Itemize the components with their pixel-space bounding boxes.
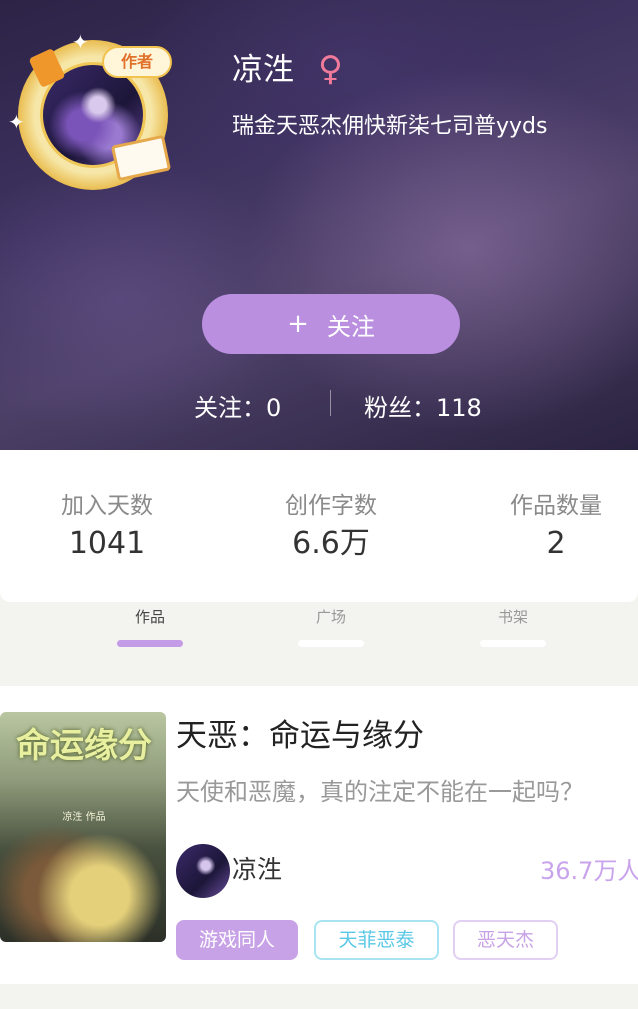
work-description: 天使和恶魔，真的注定不能在一起吗？ bbox=[176, 778, 584, 806]
sparkle-icon: ✦ bbox=[72, 30, 89, 54]
view-count: 36.7万人 bbox=[540, 857, 638, 885]
user-signature: 瑞金天恶杰佣快新柒七司普yyds bbox=[232, 114, 548, 139]
author-badge: 作者 bbox=[102, 46, 172, 78]
following-count[interactable]: 关注：0 bbox=[194, 388, 281, 423]
tab-bar: 作品 广场 书架 bbox=[0, 600, 638, 654]
female-gender-icon: ♀ bbox=[318, 49, 343, 89]
work-title[interactable]: 天恶：命运与缘分 bbox=[176, 714, 424, 758]
work-cover[interactable]: 命运缘分 凉泩 作品 bbox=[0, 712, 166, 942]
cover-title: 命运缘分 bbox=[16, 726, 152, 766]
stat-value: 1041 bbox=[68, 526, 146, 561]
sparkle-icon: ✦ bbox=[8, 110, 25, 134]
tag-pairing[interactable]: 天菲恶泰 bbox=[314, 920, 439, 960]
tab-label: 作品 bbox=[134, 608, 165, 626]
stats-card: 加入天数 1041 创作字数 6.6万 作品数量 2 bbox=[0, 450, 638, 602]
author-avatar[interactable] bbox=[176, 844, 230, 898]
plus-icon: + bbox=[287, 309, 309, 339]
follow-counts: 关注：0 粉丝：118 bbox=[0, 384, 638, 424]
tag-game-fanfic[interactable]: 游戏同人 bbox=[176, 920, 298, 960]
stat-value: 2 bbox=[546, 526, 566, 561]
tab-works[interactable]: 作品 bbox=[90, 606, 210, 647]
stat-label: 作品数量 bbox=[510, 493, 602, 519]
stat-value: 6.6万 bbox=[292, 526, 370, 561]
tab-bookshelf[interactable]: 书架 bbox=[453, 606, 573, 647]
tab-indicator bbox=[117, 640, 183, 647]
cover-subtitle: 凉泩 作品 bbox=[62, 812, 106, 823]
tag-character[interactable]: 恶天杰 bbox=[453, 920, 558, 960]
follow-button-label: 关注 bbox=[326, 312, 375, 341]
follow-button[interactable]: + 关注 bbox=[202, 294, 460, 354]
fans-count[interactable]: 粉丝：118 bbox=[364, 388, 482, 423]
tab-indicator bbox=[480, 640, 546, 647]
work-card[interactable]: 命运缘分 凉泩 作品 天恶：命运与缘分 天使和恶魔，真的注定不能在一起吗？ 凉泩… bbox=[0, 686, 638, 984]
stat-join-days: 加入天数 1041 bbox=[7, 490, 207, 564]
work-author[interactable]: 凉泩 bbox=[232, 852, 282, 888]
tab-square[interactable]: 广场 bbox=[271, 606, 391, 647]
tab-indicator bbox=[298, 640, 364, 647]
stat-works-count: 作品数量 2 bbox=[456, 490, 638, 564]
profile-header: ✦ ✦ 作者 凉泩 ♀ 瑞金天恶杰佣快新柒七司普yyds + 关注 关注：0 粉… bbox=[0, 0, 638, 450]
tab-label: 广场 bbox=[315, 608, 346, 626]
divider bbox=[330, 390, 331, 416]
tab-label: 书架 bbox=[497, 608, 528, 626]
stat-label: 加入天数 bbox=[61, 493, 153, 519]
stat-word-count: 创作字数 6.6万 bbox=[231, 490, 431, 564]
stat-label: 创作字数 bbox=[285, 493, 377, 519]
username: 凉泩 bbox=[232, 52, 294, 88]
